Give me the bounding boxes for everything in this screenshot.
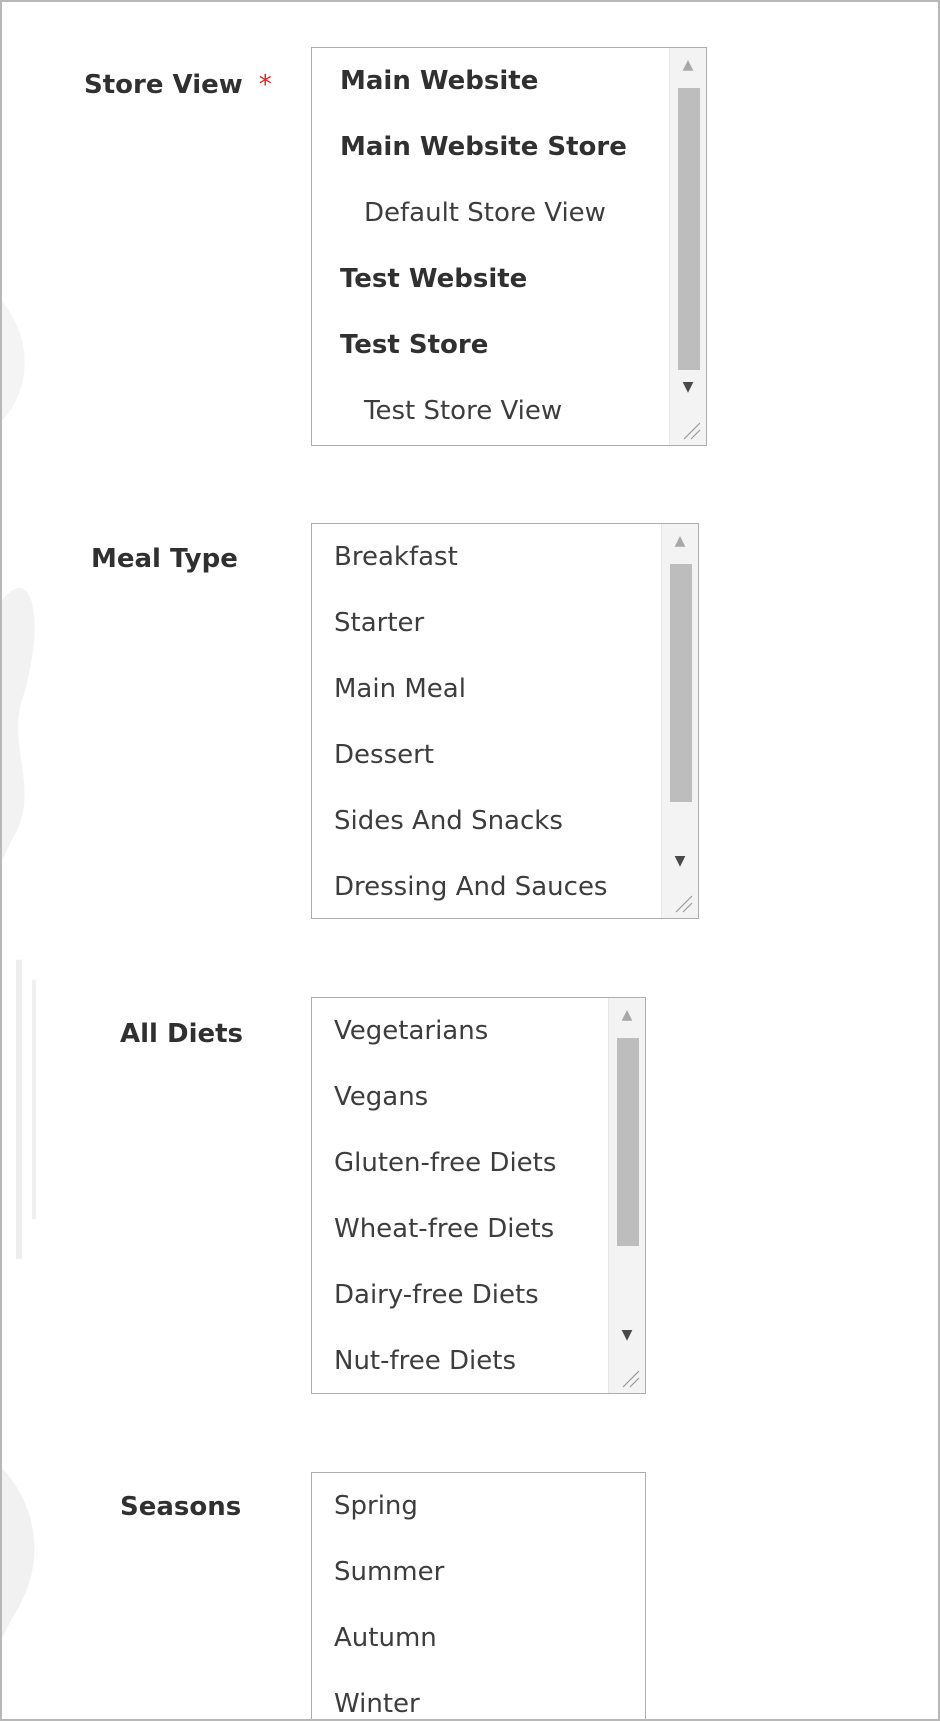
store-view-option[interactable]: Default Store View — [312, 180, 670, 246]
seasons-label: Seasons — [120, 1492, 242, 1522]
seasons-option[interactable]: Spring — [312, 1473, 645, 1539]
meal-type-option[interactable]: Starter — [312, 590, 662, 656]
resize-grip-icon — [683, 422, 701, 440]
store-view-resize-handle[interactable] — [670, 409, 706, 445]
store-view-option[interactable]: Main Website Store — [312, 114, 670, 180]
store-view-label-text: Store View — [84, 70, 243, 100]
seasons-option[interactable]: Winter — [312, 1671, 645, 1719]
triangle-down-icon[interactable]: ▼ — [662, 844, 698, 878]
store-view-option[interactable]: Main Website — [312, 48, 670, 114]
store-view-scroll-thumb[interactable] — [678, 88, 700, 370]
triangle-up-icon[interactable]: ▲ — [609, 998, 645, 1032]
seasons-option[interactable]: Autumn — [312, 1605, 645, 1671]
all-diets-option[interactable]: Vegans — [312, 1064, 609, 1130]
store-form-page: Store View * Main Website Main Website St… — [0, 0, 940, 1721]
meal-type-scrollbar[interactable]: ▲ ▼ — [661, 524, 698, 918]
triangle-up-icon[interactable]: ▲ — [662, 524, 698, 558]
all-diets-resize-handle[interactable] — [609, 1357, 645, 1393]
all-diets-options: Vegetarians Vegans Gluten-free Diets Whe… — [312, 998, 609, 1393]
meal-type-option[interactable]: Sides And Snacks — [312, 788, 662, 854]
triangle-down-icon[interactable]: ▼ — [670, 370, 706, 404]
required-asterisk: * — [258, 70, 272, 100]
store-view-scrollbar[interactable]: ▲ ▼ — [669, 48, 706, 445]
meal-type-resize-handle[interactable] — [662, 882, 698, 918]
all-diets-option[interactable]: Wheat-free Diets — [312, 1196, 609, 1262]
seasons-option[interactable]: Summer — [312, 1539, 645, 1605]
meal-type-options: Breakfast Starter Main Meal Dessert Side… — [312, 524, 662, 918]
all-diets-label: All Diets — [120, 1019, 244, 1049]
meal-type-label: Meal Type — [91, 544, 238, 574]
store-view-option[interactable]: Test Website — [312, 246, 670, 312]
resize-grip-icon — [675, 895, 693, 913]
meal-type-option[interactable]: Main Meal — [312, 656, 662, 722]
seasons-multiselect[interactable]: Spring Summer Autumn Winter — [311, 1472, 646, 1719]
store-view-multiselect[interactable]: Main Website Main Website Store Default … — [311, 47, 707, 446]
all-diets-scroll-thumb[interactable] — [617, 1038, 639, 1246]
meal-type-scroll-thumb[interactable] — [670, 564, 692, 802]
store-view-option[interactable]: Test Store View — [312, 378, 670, 444]
meal-type-multiselect[interactable]: Breakfast Starter Main Meal Dessert Side… — [311, 523, 699, 919]
all-diets-option[interactable]: Dairy-free Diets — [312, 1262, 609, 1328]
meal-type-option[interactable]: Dessert — [312, 722, 662, 788]
seasons-options: Spring Summer Autumn Winter — [312, 1473, 645, 1719]
triangle-down-icon[interactable]: ▼ — [609, 1318, 645, 1352]
all-diets-multiselect[interactable]: Vegetarians Vegans Gluten-free Diets Whe… — [311, 997, 646, 1394]
store-view-label: Store View * — [84, 70, 272, 100]
all-diets-option[interactable]: Vegetarians — [312, 998, 609, 1064]
store-view-options: Main Website Main Website Store Default … — [312, 48, 670, 445]
store-view-option[interactable]: Test Store — [312, 312, 670, 378]
background-watermark — [2, 301, 36, 1639]
all-diets-option[interactable]: Nut-free Diets — [312, 1328, 609, 1393]
resize-grip-icon — [622, 1370, 640, 1388]
meal-type-option[interactable]: Dressing And Sauces — [312, 854, 662, 918]
all-diets-scrollbar[interactable]: ▲ ▼ — [608, 998, 645, 1393]
meal-type-option[interactable]: Breakfast — [312, 524, 662, 590]
all-diets-option[interactable]: Gluten-free Diets — [312, 1130, 609, 1196]
triangle-up-icon[interactable]: ▲ — [670, 48, 706, 82]
